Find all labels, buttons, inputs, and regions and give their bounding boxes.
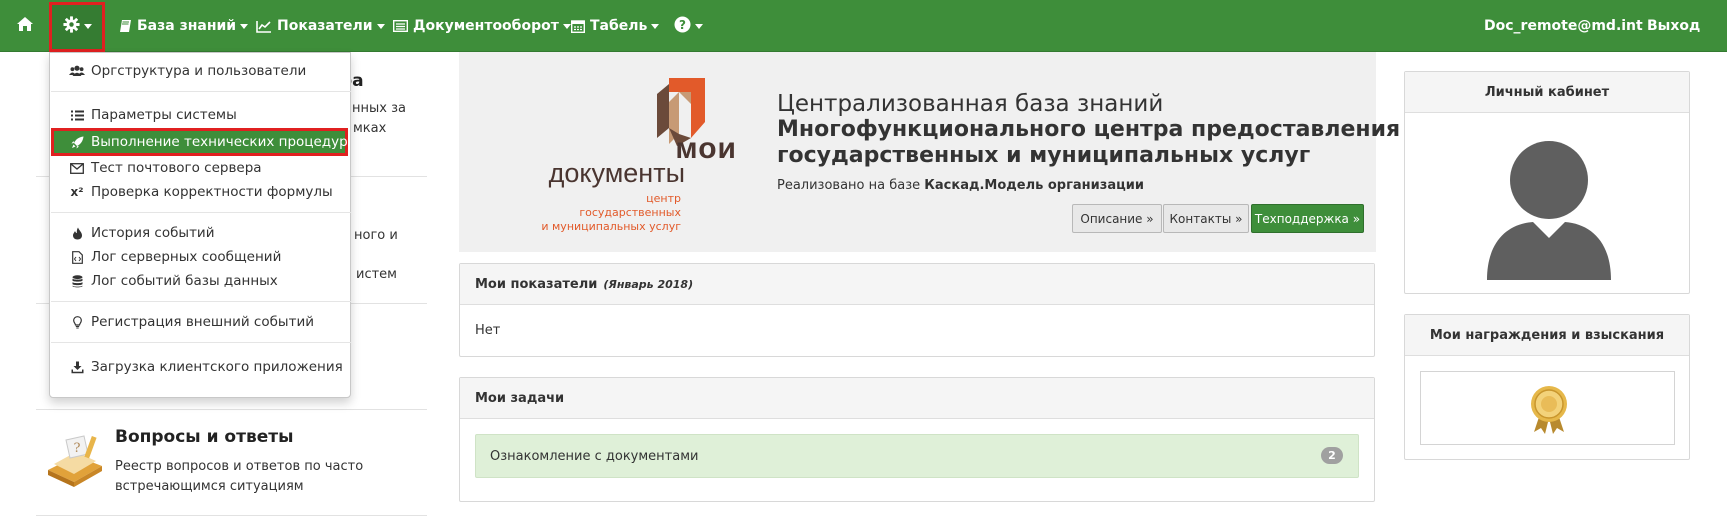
menu-item-mail-test[interactable]: Тест почтового сервера bbox=[69, 157, 262, 179]
my-tasks-panel: Мои задачи Ознакомление с документами 2 bbox=[459, 377, 1375, 502]
sidebar-qa-title: Вопросы и ответы bbox=[115, 427, 294, 447]
banner-title-line-3: государственных и муниципальных услуг bbox=[777, 143, 1311, 168]
panel-header: Мои награждения и взыскания bbox=[1405, 315, 1689, 356]
nav-timesheet[interactable]: Табель bbox=[571, 0, 660, 52]
award-item[interactable] bbox=[1420, 371, 1675, 445]
nav-knowledge-base[interactable]: База знаний bbox=[119, 0, 249, 52]
file-code-icon bbox=[69, 250, 85, 264]
menu-item-formula-check[interactable]: x² Проверка корректности формулы bbox=[69, 181, 333, 203]
logo-subtitle: центр государственных и муниципальных ус… bbox=[541, 192, 681, 233]
divider bbox=[51, 301, 351, 302]
users-icon bbox=[69, 65, 85, 77]
question-circle-icon: ? bbox=[674, 16, 691, 37]
award-medal-icon bbox=[1531, 386, 1567, 434]
rocket-icon bbox=[69, 136, 85, 149]
sidebar-text-fragment: ного и bbox=[354, 228, 398, 243]
svg-text:?: ? bbox=[679, 18, 686, 32]
contacts-button[interactable]: Контакты » bbox=[1163, 204, 1249, 233]
chevron-down-icon bbox=[84, 23, 92, 29]
avatar-placeholder-icon[interactable] bbox=[1487, 138, 1611, 280]
line-chart-icon bbox=[256, 20, 272, 33]
panel-header: Мои показатели (Январь 2018) bbox=[460, 264, 1374, 305]
gear-icon bbox=[63, 15, 80, 37]
menu-item-server-log[interactable]: Лог серверных сообщений bbox=[69, 246, 281, 268]
sidebar-text-fragment: истем bbox=[356, 267, 397, 282]
menu-item-system-params[interactable]: Параметры системы bbox=[69, 104, 237, 126]
qa-book-icon: ? bbox=[44, 430, 106, 496]
nav-document-flow[interactable]: Документооборот bbox=[393, 0, 571, 52]
home-button[interactable] bbox=[16, 0, 34, 52]
chevron-down-icon bbox=[562, 23, 571, 29]
banner-title-line-2: Многофункционального центра предоставлен… bbox=[777, 117, 1401, 142]
home-icon bbox=[16, 16, 34, 36]
menu-item-technical-procedures[interactable]: Выполнение технических процедур bbox=[69, 131, 348, 153]
help-menu-toggle[interactable]: ? bbox=[674, 0, 703, 52]
database-icon bbox=[69, 274, 85, 288]
logo-word-2: документы bbox=[548, 158, 685, 188]
panel-header: Личный кабинет bbox=[1405, 72, 1689, 113]
chevron-down-icon bbox=[651, 23, 660, 29]
user-account-link[interactable]: Doc_remote@md.int bbox=[1484, 0, 1643, 52]
task-item[interactable]: Ознакомление с документами bbox=[475, 434, 1359, 478]
panel-header: Мои задачи bbox=[460, 378, 1374, 419]
download-icon bbox=[69, 361, 85, 374]
menu-item-org-structure[interactable]: Оргструктура и пользователи bbox=[69, 60, 306, 82]
chevron-down-icon bbox=[376, 23, 385, 29]
sidebar-text-fragment: мках bbox=[353, 121, 387, 136]
indicators-empty-text: Нет bbox=[475, 323, 501, 338]
top-navbar: База знаний Показатели Документооборот Т… bbox=[0, 0, 1727, 52]
book-icon bbox=[119, 19, 132, 33]
superscript-icon: x² bbox=[70, 185, 84, 199]
description-button[interactable]: Описание » bbox=[1072, 204, 1162, 233]
support-button[interactable]: Техподдержка » bbox=[1251, 204, 1364, 233]
chevron-down-icon bbox=[695, 23, 703, 29]
divider bbox=[51, 212, 351, 213]
admin-dropdown-menu: Оргструктура и пользователи Параметры си… bbox=[49, 52, 351, 398]
banner-title-line-1: Централизованная база знаний bbox=[777, 91, 1164, 117]
sidebar-qa-desc: встречающимся ситуациям bbox=[115, 479, 304, 494]
admin-menu-toggle[interactable] bbox=[63, 0, 92, 52]
my-indicators-panel: Мои показатели (Январь 2018) Нет bbox=[459, 263, 1375, 357]
nav-indicators[interactable]: Показатели bbox=[256, 0, 385, 52]
sidebar-qa-desc: Реестр вопросов и ответов по часто bbox=[115, 459, 364, 474]
sidebar-text-fragment: нных за bbox=[352, 101, 406, 116]
logout-link[interactable]: Выход bbox=[1647, 0, 1700, 52]
banner-realized-on: Реализовано на базе Каскад.Модель органи… bbox=[777, 178, 1144, 193]
menu-item-db-log[interactable]: Лог событий базы данных bbox=[69, 270, 278, 292]
task-count-badge: 2 bbox=[1321, 447, 1343, 464]
personal-cabinet-panel: Личный кабинет bbox=[1404, 71, 1690, 294]
divider bbox=[36, 515, 427, 516]
divider bbox=[36, 409, 427, 410]
menu-item-external-events[interactable]: Регистрация внешний событий bbox=[69, 311, 314, 333]
chevron-down-icon bbox=[240, 23, 249, 29]
list-alt-icon bbox=[393, 20, 408, 32]
fire-icon bbox=[69, 227, 85, 240]
divider bbox=[51, 91, 351, 92]
panel-title: Мои показатели bbox=[475, 276, 598, 292]
period-label: (Январь 2018) bbox=[603, 277, 694, 291]
menu-item-client-download[interactable]: Загрузка клиентского приложения bbox=[69, 356, 343, 378]
envelope-icon bbox=[69, 162, 85, 174]
lightbulb-icon bbox=[69, 315, 85, 329]
awards-panel: Мои награждения и взыскания bbox=[1404, 314, 1690, 460]
divider bbox=[51, 342, 351, 343]
calendar-icon bbox=[571, 19, 585, 33]
list-icon bbox=[69, 110, 85, 121]
svg-text:?: ? bbox=[74, 441, 81, 456]
menu-item-event-history[interactable]: История событий bbox=[69, 222, 214, 244]
